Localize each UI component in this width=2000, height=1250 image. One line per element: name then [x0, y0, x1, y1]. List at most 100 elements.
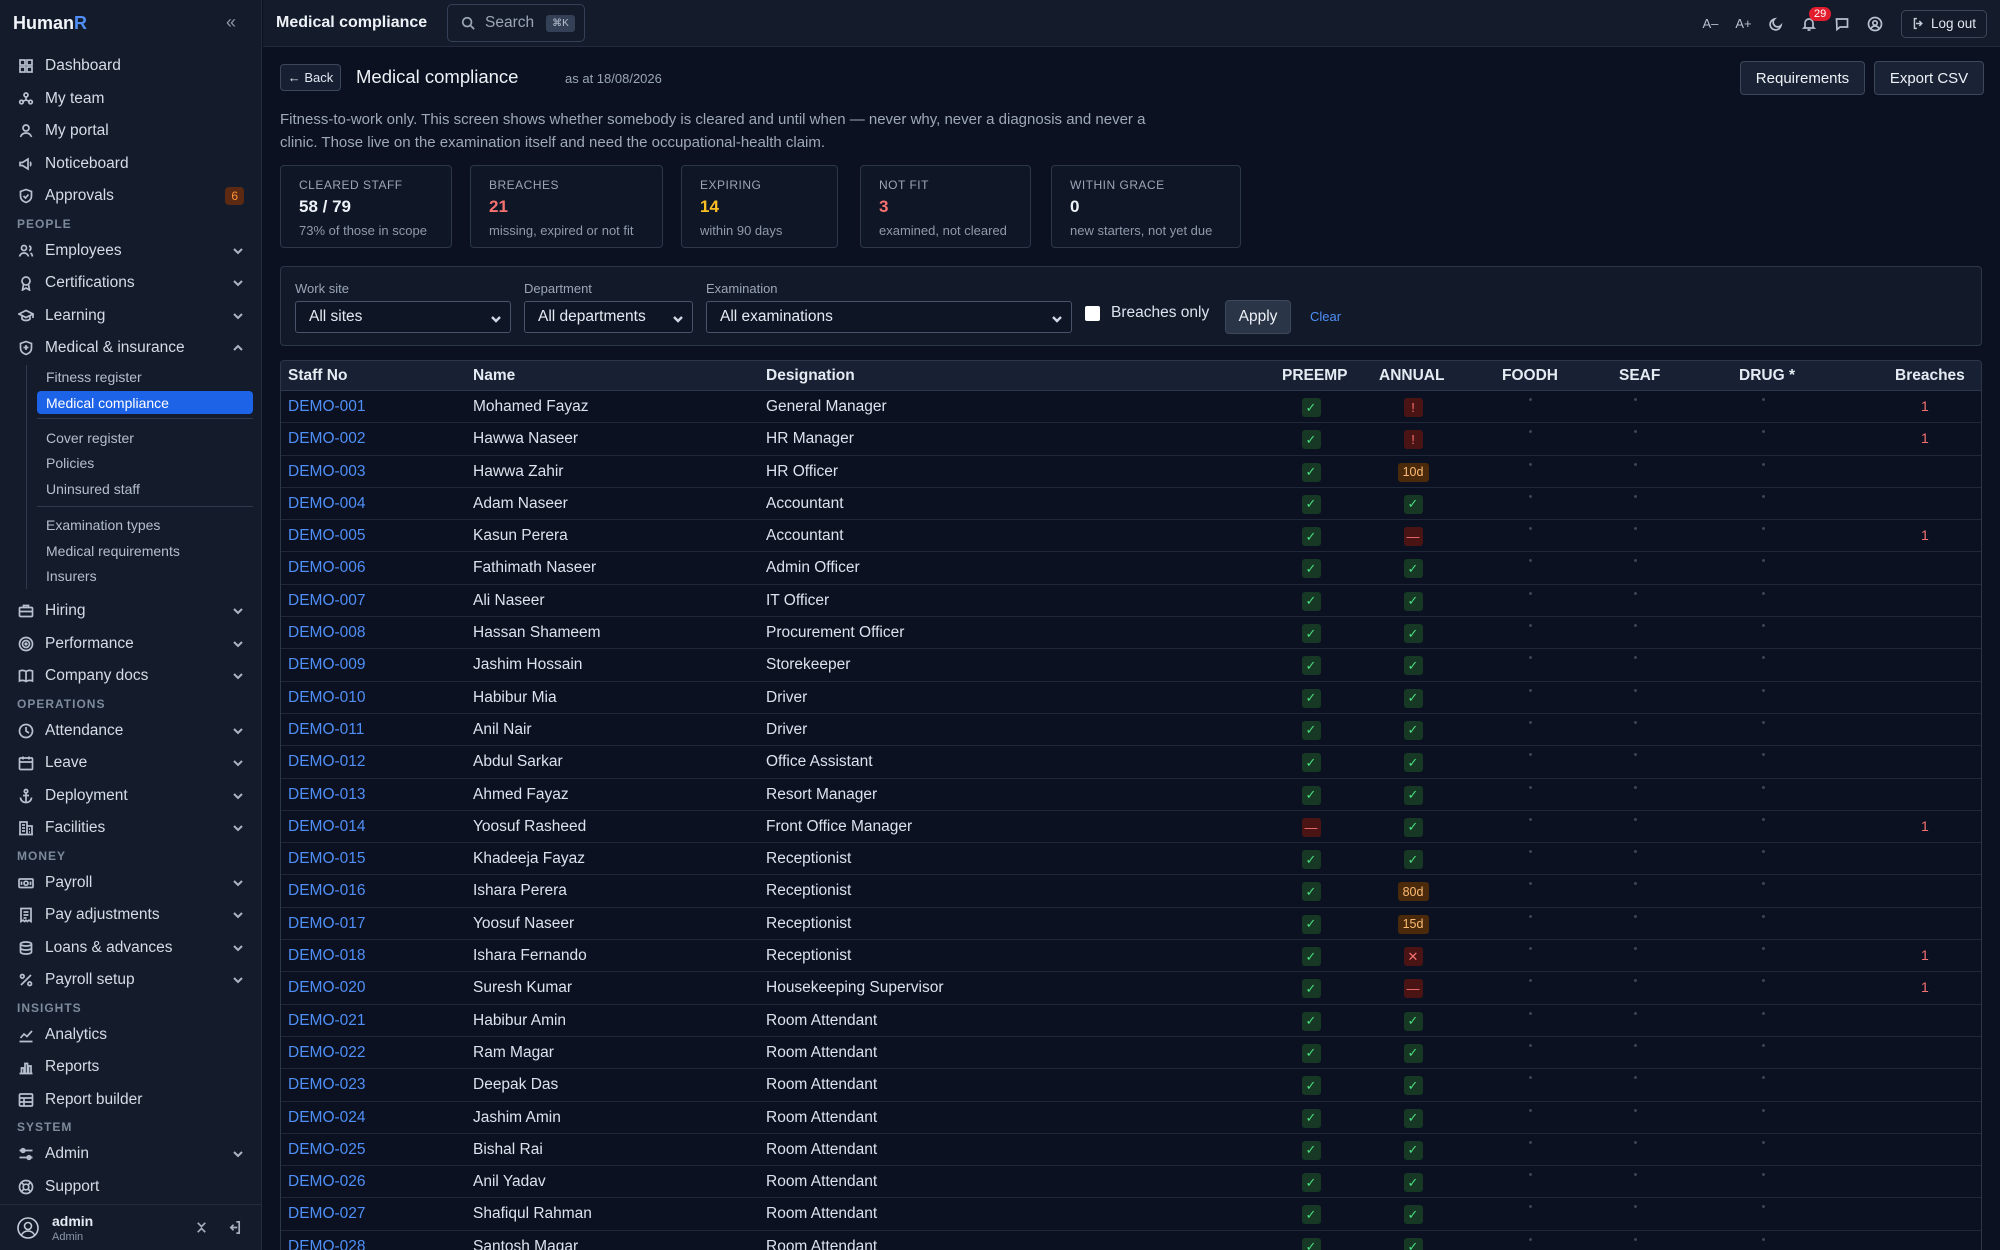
column-header-breaches[interactable]: Breaches: [1895, 367, 1965, 385]
sidebar-item-my-portal[interactable]: My portal: [0, 115, 262, 148]
alert-icon[interactable]: !: [1403, 430, 1423, 450]
staff-number-link[interactable]: DEMO-012: [288, 753, 366, 771]
table-row[interactable]: DEMO-012 Abdul Sarkar Office Assistant ✓ ✓: [281, 746, 1981, 779]
apply-button[interactable]: Apply: [1225, 300, 1291, 334]
sidebar-item-admin[interactable]: Admin: [0, 1138, 262, 1171]
department-select[interactable]: All departments: [524, 301, 693, 333]
column-header-name[interactable]: Name: [473, 367, 515, 385]
staff-number-link[interactable]: DEMO-018: [288, 947, 366, 965]
sidebar-item-performance[interactable]: Performance: [0, 628, 262, 661]
sidebar-item-loans-and-advances[interactable]: Loans & advances: [0, 932, 262, 965]
staff-number-link[interactable]: DEMO-006: [288, 559, 366, 577]
table-row[interactable]: DEMO-011 Anil Nair Driver ✓ ✓: [281, 714, 1981, 747]
staff-number-link[interactable]: DEMO-024: [288, 1109, 366, 1127]
examination-select[interactable]: All examinations: [706, 301, 1072, 333]
collapse-sidebar-icon[interactable]: «: [226, 12, 236, 33]
cleared-check-icon[interactable]: ✓: [1301, 559, 1321, 579]
table-row[interactable]: DEMO-008 Hassan Shameem Procurement Office…: [281, 617, 1981, 650]
cleared-check-icon[interactable]: ✓: [1403, 1140, 1423, 1160]
cleared-check-icon[interactable]: ✓: [1301, 1237, 1321, 1250]
table-row[interactable]: DEMO-027 Shafiqul Rahman Room Attendant ✓ ✓: [281, 1198, 1981, 1231]
cleared-check-icon[interactable]: ✓: [1403, 785, 1423, 805]
cleared-check-icon[interactable]: ✓: [1301, 720, 1321, 740]
column-header-foodh[interactable]: FOODH: [1502, 367, 1558, 385]
cleared-check-icon[interactable]: ✓: [1301, 1043, 1321, 1063]
submenu-item-examination-types[interactable]: Examination types: [37, 513, 262, 539]
export-csv-button[interactable]: Export CSV: [1874, 61, 1984, 95]
brand-logo[interactable]: HumanR: [13, 13, 87, 34]
submenu-item-medical-compliance[interactable]: Medical compliance: [37, 391, 253, 414]
submenu-item-cover-register[interactable]: Cover register: [37, 425, 262, 451]
cleared-check-icon[interactable]: ✓: [1301, 624, 1321, 644]
cleared-check-icon[interactable]: ✓: [1301, 947, 1321, 967]
column-header-drug[interactable]: DRUG *: [1739, 367, 1795, 385]
submenu-item-medical-requirements[interactable]: Medical requirements: [37, 538, 262, 564]
cleared-check-icon[interactable]: ✓: [1403, 624, 1423, 644]
dark-mode-toggle[interactable]: [1760, 9, 1793, 39]
sidebar-item-company-docs[interactable]: Company docs: [0, 660, 262, 693]
cleared-check-icon[interactable]: ✓: [1403, 1173, 1423, 1193]
cleared-check-icon[interactable]: ✓: [1301, 753, 1321, 773]
cleared-check-icon[interactable]: ✓: [1301, 688, 1321, 708]
cleared-check-icon[interactable]: ✓: [1403, 753, 1423, 773]
breaches-only-checkbox[interactable]: [1085, 306, 1100, 321]
cleared-check-icon[interactable]: ✓: [1301, 979, 1321, 999]
staff-number-link[interactable]: DEMO-022: [288, 1044, 366, 1062]
cleared-check-icon[interactable]: ✓: [1301, 850, 1321, 870]
expiring-badge[interactable]: 80d: [1397, 882, 1429, 902]
cleared-check-icon[interactable]: ✓: [1301, 1011, 1321, 1031]
sidebar-item-learning[interactable]: Learning: [0, 300, 262, 333]
staff-number-link[interactable]: DEMO-027: [288, 1205, 366, 1223]
table-row[interactable]: DEMO-024 Jashim Amin Room Attendant ✓ ✓: [281, 1102, 1981, 1134]
table-row[interactable]: DEMO-018 Ishara Fernando Receptionist ✓ ✕ 1: [281, 940, 1981, 973]
user-profile[interactable]: admin Admin: [0, 1204, 262, 1250]
profile-button[interactable]: [1859, 9, 1892, 39]
increase-font-button[interactable]: A+: [1727, 9, 1760, 39]
clear-link[interactable]: Clear: [1310, 309, 1341, 324]
table-row[interactable]: DEMO-013 Ahmed Fayaz Resort Manager ✓ ✓: [281, 779, 1981, 811]
sidebar-item-facilities[interactable]: Facilities: [0, 812, 262, 845]
staff-number-link[interactable]: DEMO-017: [288, 915, 366, 933]
column-header-designation[interactable]: Designation: [766, 367, 855, 385]
staff-number-link[interactable]: DEMO-016: [288, 882, 366, 900]
sidebar-item-pay-adjustments[interactable]: Pay adjustments: [0, 899, 262, 932]
staff-number-link[interactable]: DEMO-005: [288, 527, 366, 545]
staff-number-link[interactable]: DEMO-013: [288, 786, 366, 804]
cleared-check-icon[interactable]: ✓: [1301, 785, 1321, 805]
submenu-item-uninsured-staff[interactable]: Uninsured staff: [37, 476, 262, 502]
sidebar-item-deployment[interactable]: Deployment: [0, 780, 262, 813]
not-fit-icon[interactable]: ✕: [1403, 947, 1423, 967]
staff-number-link[interactable]: DEMO-023: [288, 1076, 366, 1094]
cleared-check-icon[interactable]: ✓: [1301, 462, 1321, 482]
staff-number-link[interactable]: DEMO-007: [288, 592, 366, 610]
staff-number-link[interactable]: DEMO-021: [288, 1012, 366, 1030]
table-row[interactable]: DEMO-005 Kasun Perera Accountant ✓ — 1: [281, 520, 1981, 553]
sidebar-item-employees[interactable]: Employees: [0, 235, 262, 268]
cleared-check-icon[interactable]: ✓: [1301, 430, 1321, 450]
column-header-annual[interactable]: ANNUAL: [1379, 367, 1444, 385]
decrease-font-button[interactable]: A–: [1694, 9, 1727, 39]
sidebar-item-analytics[interactable]: Analytics: [0, 1019, 262, 1052]
staff-number-link[interactable]: DEMO-004: [288, 495, 366, 513]
table-row[interactable]: DEMO-002 Hawwa Naseer HR Manager ✓! 1: [281, 423, 1981, 456]
cleared-check-icon[interactable]: ✓: [1403, 559, 1423, 579]
table-row[interactable]: DEMO-023 Deepak Das Room Attendant ✓ ✓: [281, 1069, 1981, 1102]
messages-button[interactable]: [1826, 9, 1859, 39]
sidebar-item-payroll[interactable]: Payroll: [0, 867, 262, 900]
table-row[interactable]: DEMO-025 Bishal Rai Room Attendant ✓ ✓: [281, 1134, 1981, 1167]
staff-number-link[interactable]: DEMO-009: [288, 656, 366, 674]
staff-number-link[interactable]: DEMO-028: [288, 1238, 366, 1250]
sidebar-item-certifications[interactable]: Certifications: [0, 267, 262, 300]
sidebar-item-approvals[interactable]: Approvals 6: [0, 180, 262, 213]
cleared-check-icon[interactable]: ✓: [1403, 494, 1423, 514]
cleared-check-icon[interactable]: ✓: [1301, 1173, 1321, 1193]
cleared-check-icon[interactable]: ✓: [1403, 1237, 1423, 1250]
table-row[interactable]: DEMO-015 Khadeeja Fayaz Receptionist ✓ ✓: [281, 843, 1981, 876]
expiring-badge[interactable]: 10d: [1397, 462, 1429, 482]
table-row[interactable]: DEMO-004 Adam Naseer Accountant ✓ ✓: [281, 488, 1981, 521]
work-site-select[interactable]: All sites: [295, 301, 511, 333]
cleared-check-icon[interactable]: ✓: [1301, 882, 1321, 902]
cleared-check-icon[interactable]: ✓: [1403, 720, 1423, 740]
cleared-check-icon[interactable]: ✓: [1403, 688, 1423, 708]
table-row[interactable]: DEMO-016 Ishara Perera Receptionist ✓ 80d: [281, 875, 1981, 908]
